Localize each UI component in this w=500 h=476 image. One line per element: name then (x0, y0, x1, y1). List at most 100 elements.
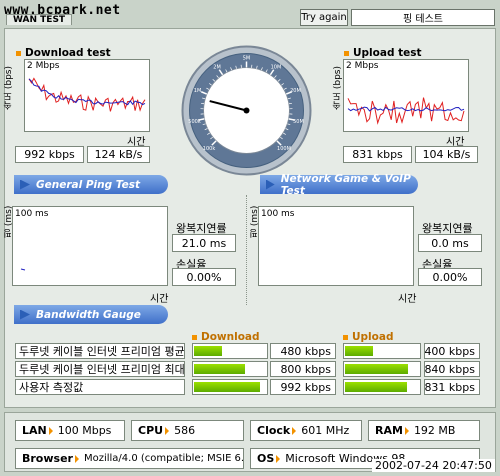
lan-label: LAN (22, 424, 47, 437)
bandwidth-download-header: Download (192, 331, 260, 343)
lan-spec: LAN 100 Mbps (15, 420, 125, 441)
gauge-label: 100M (277, 146, 291, 152)
ram-label: RAM (375, 424, 403, 437)
network-game-section: Network Game & VoIP Test (260, 172, 418, 197)
bandwidth-row-label: 두루넷 케이블 인터넷 프리미엄 최대 (15, 361, 185, 377)
triangle-icon (404, 426, 409, 435)
ram-spec: RAM 192 MB (368, 420, 480, 441)
bandwidth-row-label: 사용자 측정값 (15, 379, 185, 395)
ping-right-rtt-value: 0.0 ms (418, 234, 482, 252)
speed-gauge: 100k 500k 1M 2M 5M 10M 20M 50M 100M (179, 43, 314, 178)
bandwidth-upload-bar (343, 379, 421, 395)
bandwidth-label: Bandwidth Gauge (36, 308, 141, 321)
bandwidth-section: Bandwidth Gauge (14, 305, 168, 324)
ping-left-loss-value: 0.00% (172, 268, 236, 286)
bandwidth-download-bar-fill (194, 382, 261, 392)
download-y-axis-label: 속도 (bps) (4, 66, 14, 110)
upload-kbps-value: 831 kbps (343, 146, 412, 163)
bullet-icon (343, 334, 348, 340)
speed-gauge-svg: 100k 500k 1M 2M 5M 10M 20M 50M 100M (181, 45, 312, 176)
download-kBs-value: 124 kB/s (87, 146, 150, 163)
arrow-icon (20, 179, 30, 190)
ping-left-chart: 100 ms (12, 206, 168, 286)
gauge-label: 10M (271, 64, 282, 70)
download-blue-series (28, 78, 146, 106)
ping-right-loss-value: 0.00% (418, 268, 482, 286)
cpu-value: 586 (174, 424, 196, 437)
clock-spec: Clock 601 MHz (250, 420, 362, 441)
tab-wan-test[interactable]: WAN TEST (6, 14, 73, 25)
gauge-label: 100k (203, 146, 216, 152)
gauge-label: 5M (243, 56, 251, 62)
bandwidth-row-label: 두루넷 케이블 인터넷 프리미엄 평균 (15, 343, 185, 359)
bandwidth-download-bar (192, 361, 268, 377)
bandwidth-upload-bar (343, 361, 421, 377)
triangle-icon (165, 426, 170, 435)
bandwidth-download-bar-fill (194, 346, 222, 356)
gauge-label: 20M (290, 88, 301, 94)
bandwidth-download-value: 480 kbps (270, 343, 336, 359)
bandwidth-download-value: 800 kbps (270, 361, 336, 377)
bullet-icon (192, 334, 197, 340)
os-label: OS (257, 452, 275, 465)
triangle-icon (276, 454, 281, 463)
ping-right-y-max: 100 ms (261, 209, 295, 219)
download-title-text: Download test (25, 47, 111, 59)
ping-test-field[interactable]: 핑 테스트 (351, 9, 495, 26)
cpu-label: CPU (138, 424, 164, 437)
download-kbps-value: 992 kbps (15, 146, 84, 163)
bandwidth-upload-value: 400 kbps (424, 343, 480, 359)
download-title: Download test (16, 47, 111, 59)
cpu-spec: CPU 586 (131, 420, 244, 441)
browser-value: Mozilla/4.0 (compatible; MSIE 6.0 (83, 453, 244, 464)
bullet-icon (344, 50, 349, 56)
lan-value: 100 Mbps (57, 424, 112, 437)
triangle-icon (292, 426, 297, 435)
timestamp: 2002-07-24 20:47:50 (372, 459, 495, 472)
bandwidth-upload-bar-fill (345, 364, 408, 374)
ping-left-rtt-value: 21.0 ms (172, 234, 236, 252)
ping-right-chart: 100 ms (258, 206, 414, 286)
bandwidth-download-bar (192, 379, 268, 395)
arrow-icon (20, 309, 30, 320)
general-ping-section: General Ping Test (14, 175, 168, 194)
bandwidth-download-header-text: Download (201, 331, 260, 343)
bullet-icon (16, 50, 21, 56)
upload-kBs-value: 104 kB/s (415, 146, 478, 163)
try-again-button[interactable]: Try again (300, 9, 348, 26)
upload-title-text: Upload test (353, 47, 422, 59)
gauge-label: 1M (194, 88, 202, 94)
browser-spec: Browser Mozilla/4.0 (compatible; MSIE 6.… (15, 448, 244, 469)
ping-right-x-axis-label: 시간 (398, 294, 417, 305)
bandwidth-upload-bar (343, 343, 421, 359)
ping-left-series (20, 268, 26, 271)
download-y-max: 2 Mbps (27, 61, 60, 71)
ping-divider (246, 195, 247, 305)
clock-value: 601 MHz (301, 424, 350, 437)
bandwidth-upload-header: Upload (343, 331, 393, 343)
gauge-hub (243, 107, 250, 114)
bandwidth-upload-header-text: Upload (352, 331, 394, 343)
download-chart: 2 Mbps (24, 59, 150, 132)
triangle-icon (74, 454, 79, 463)
network-game-label: Network Game & VoIP Test (280, 172, 411, 197)
browser-label: Browser (22, 452, 73, 465)
bandwidth-download-bar-fill (194, 364, 246, 374)
ping-left-chart-svg (20, 268, 26, 271)
gauge-label: 2M (213, 64, 221, 70)
bandwidth-upload-value: 840 kbps (424, 361, 480, 377)
download-red-series (28, 77, 146, 112)
bandwidth-upload-value: 831 kbps (424, 379, 480, 395)
upload-title: Upload test (344, 47, 422, 59)
bandwidth-upload-bar-fill (345, 382, 407, 392)
bandwidth-download-bar (192, 343, 268, 359)
ping-left-x-axis-label: 시간 (150, 294, 169, 305)
arrow-icon (266, 179, 275, 190)
bandwidth-upload-bar-fill (345, 346, 374, 356)
ram-value: 192 MB (413, 424, 456, 437)
gauge-label: 500k (188, 119, 201, 125)
bandwidth-download-value: 992 kbps (270, 379, 336, 395)
upload-chart: 2 Mbps (343, 59, 469, 132)
gauge-label: 50M (293, 119, 304, 125)
upload-y-max: 2 Mbps (346, 61, 379, 71)
